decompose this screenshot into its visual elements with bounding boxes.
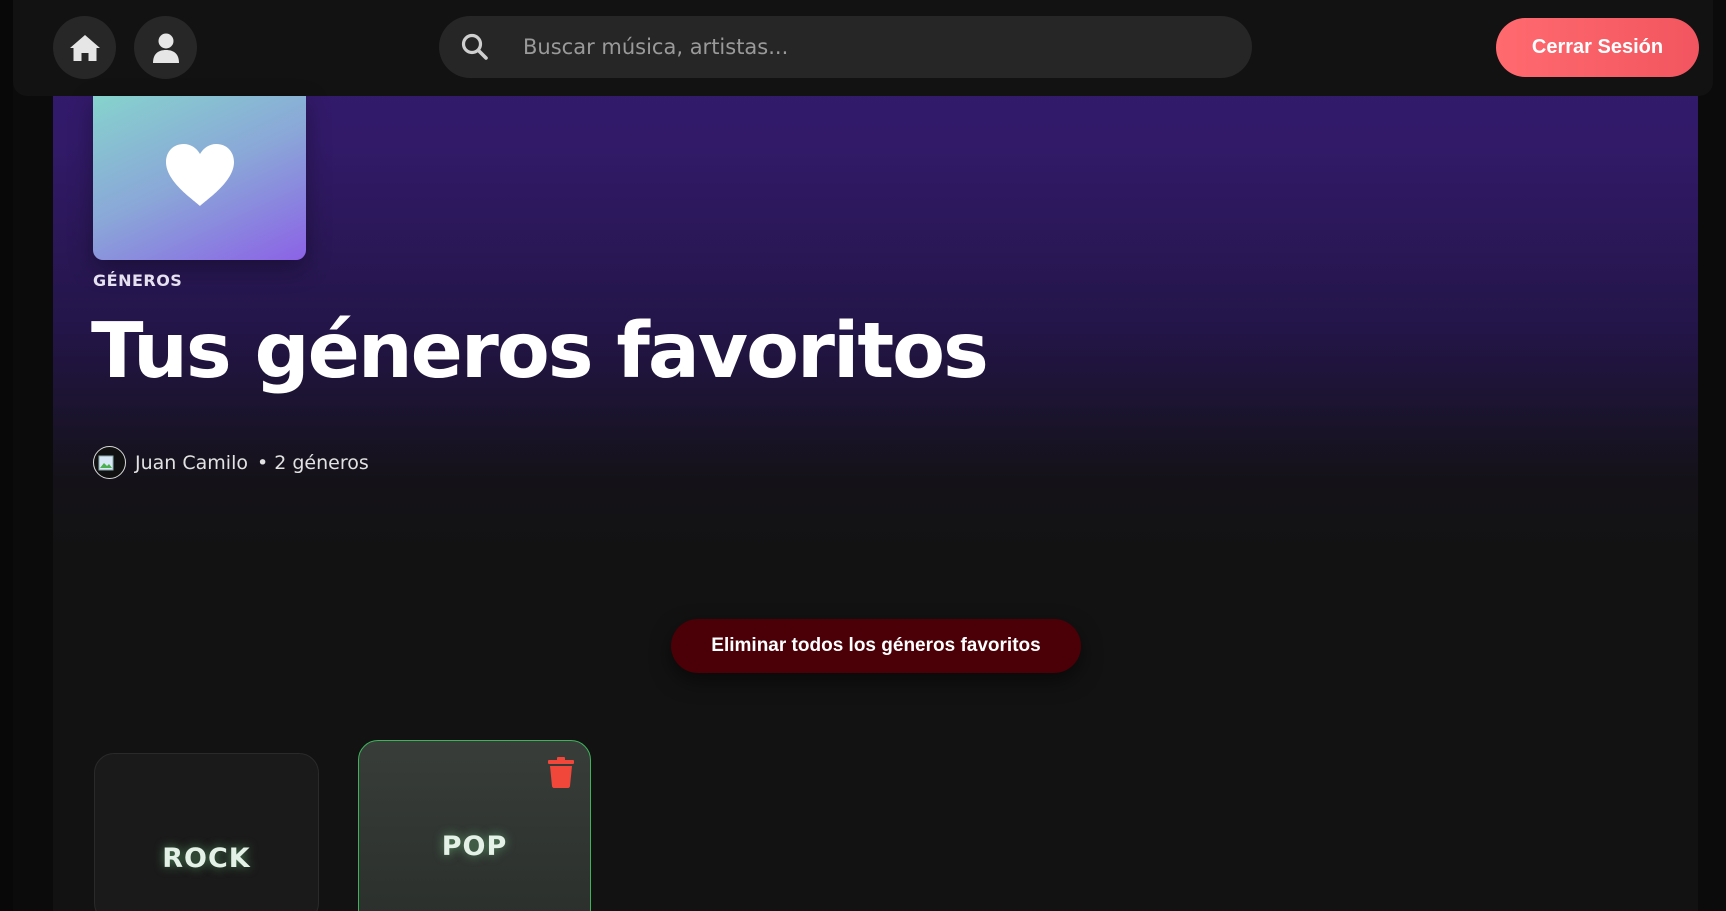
search-input[interactable] (523, 16, 1223, 78)
playlist-cover (93, 96, 306, 260)
genre-card-selected[interactable]: POP (358, 740, 591, 911)
top-bar: Cerrar Sesión (13, 0, 1713, 96)
broken-image-icon (98, 455, 114, 471)
home-button[interactable] (53, 16, 116, 79)
playlist-meta: Juan Camilo • 2 géneros (93, 446, 369, 479)
genre-name: ROCK (162, 843, 251, 874)
page-title: Tus géneros favoritos (91, 307, 989, 396)
home-icon (69, 34, 100, 61)
page: Cerrar Sesión GÉNEROS Tus géneros favori… (0, 0, 1726, 911)
logout-button[interactable]: Cerrar Sesión (1496, 18, 1699, 77)
heart-icon (165, 144, 234, 206)
genre-name: POP (441, 831, 508, 862)
genre-card[interactable]: ROCK (94, 753, 319, 911)
delete-all-button[interactable]: Eliminar todos los géneros favoritos (671, 619, 1081, 673)
search-icon (461, 33, 488, 60)
search-bar (439, 16, 1252, 78)
genre-count: • 2 géneros (256, 451, 369, 474)
left-gutter (0, 0, 13, 911)
avatar[interactable] (93, 446, 126, 479)
owner-name[interactable]: Juan Camilo (135, 452, 248, 474)
user-icon (152, 33, 179, 63)
profile-button[interactable] (134, 16, 197, 79)
trash-icon[interactable] (548, 757, 574, 788)
section-label: GÉNEROS (93, 271, 183, 290)
